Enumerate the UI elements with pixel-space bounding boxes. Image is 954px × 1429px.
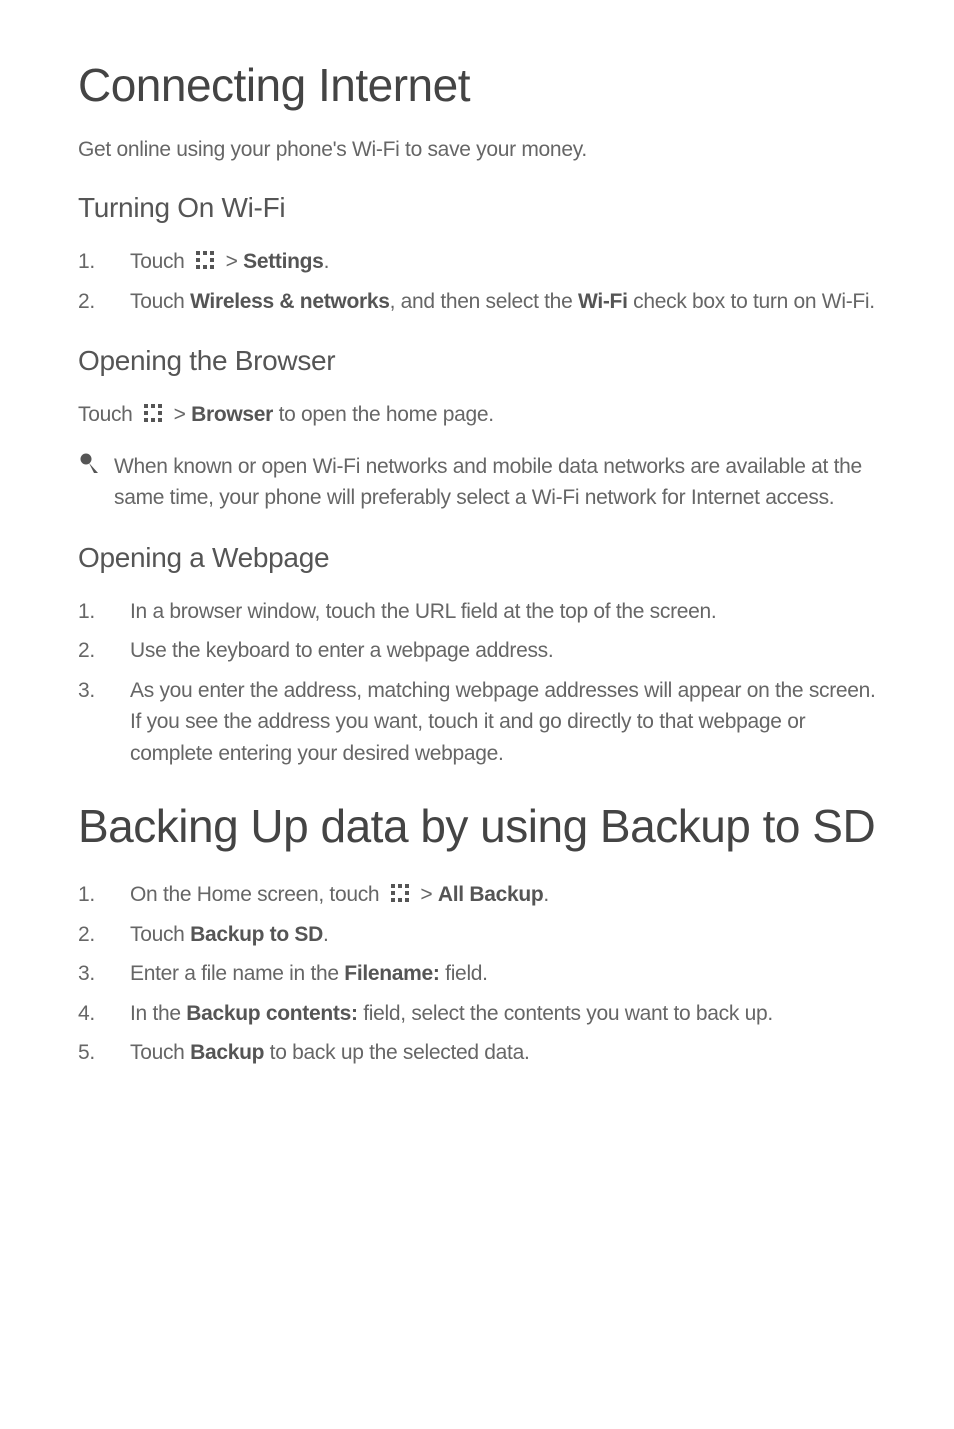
step-text: Use the keyboard to enter a webpage addr…: [130, 635, 876, 667]
step-number: 3.: [78, 958, 130, 990]
text-span: On the Home screen, touch: [130, 883, 385, 906]
tip-icon: [78, 451, 114, 480]
subheading-webpage: Opening a Webpage: [78, 542, 876, 574]
text-span: .: [324, 250, 330, 273]
list-item: 3. As you enter the address, matching we…: [78, 675, 876, 770]
list-item: 2. Use the keyboard to enter a webpage a…: [78, 635, 876, 667]
text-span: field.: [440, 962, 488, 985]
text-span: .: [543, 883, 549, 906]
step-text: Touch Wireless & networks, and then sele…: [130, 286, 876, 318]
list-item: 1. In a browser window, touch the URL fi…: [78, 596, 876, 628]
step-number: 3.: [78, 675, 130, 707]
text-span: >: [226, 250, 244, 273]
apps-grid-icon: [391, 884, 409, 902]
apps-grid-icon: [196, 251, 214, 269]
step-text: Touch Backup to SD.: [130, 919, 876, 951]
note-block: When known or open Wi-Fi networks and mo…: [78, 451, 876, 514]
step-number: 2.: [78, 919, 130, 951]
backup-to-sd-label: Backup to SD: [190, 923, 323, 946]
step-text: In a browser window, touch the URL field…: [130, 596, 876, 628]
browser-label: Browser: [191, 403, 273, 426]
note-text: When known or open Wi-Fi networks and mo…: [114, 451, 876, 514]
text-span: Touch: [130, 250, 190, 273]
text-span: to back up the selected data.: [264, 1041, 529, 1064]
step-text: Touch > Settings.: [130, 246, 876, 278]
step-text: As you enter the address, matching webpa…: [130, 675, 876, 770]
text-span: Touch: [130, 1041, 190, 1064]
text-span: Touch: [78, 403, 138, 426]
wifi-steps: 1. Touch > Settings. 2. Touch Wireless &…: [78, 246, 876, 317]
step-number: 1.: [78, 879, 130, 911]
text-span: In the: [130, 1002, 186, 1025]
step-number: 1.: [78, 246, 130, 278]
intro-text: Get online using your phone's Wi-Fi to s…: [78, 138, 876, 162]
step-number: 2.: [78, 635, 130, 667]
step-text: In the Backup contents: field, select th…: [130, 998, 876, 1030]
section-title-backup: Backing Up data by using Backup to SD: [78, 799, 876, 853]
list-item: 4. In the Backup contents: field, select…: [78, 998, 876, 1030]
list-item: 2. Touch Wireless & networks, and then s…: [78, 286, 876, 318]
backup-steps: 1. On the Home screen, touch > All Backu…: [78, 879, 876, 1069]
subheading-browser: Opening the Browser: [78, 345, 876, 377]
text-span: to open the home page.: [273, 403, 494, 426]
webpage-steps: 1. In a browser window, touch the URL fi…: [78, 596, 876, 770]
text-span: check box to turn on Wi-Fi.: [628, 290, 875, 313]
step-number: 1.: [78, 596, 130, 628]
list-item: 3. Enter a file name in the Filename: fi…: [78, 958, 876, 990]
step-number: 2.: [78, 286, 130, 318]
text-span: Touch: [130, 923, 190, 946]
apps-grid-icon: [144, 404, 162, 422]
text-span: Touch: [130, 290, 190, 313]
step-text: On the Home screen, touch > All Backup.: [130, 879, 876, 911]
wifi-label: Wi-Fi: [578, 290, 628, 313]
list-item: 1. On the Home screen, touch > All Backu…: [78, 879, 876, 911]
text-span: >: [420, 883, 438, 906]
subheading-wifi: Turning On Wi-Fi: [78, 192, 876, 224]
wireless-networks-label: Wireless & networks: [190, 290, 390, 313]
filename-label: Filename:: [344, 962, 439, 985]
text-span: .: [323, 923, 329, 946]
list-item: 2. Touch Backup to SD.: [78, 919, 876, 951]
step-text: Touch Backup to back up the selected dat…: [130, 1037, 876, 1069]
browser-open-text: Touch > Browser to open the home page.: [78, 399, 876, 431]
settings-label: Settings: [243, 250, 323, 273]
section-title-connecting: Connecting Internet: [78, 58, 876, 112]
step-text: Enter a file name in the Filename: field…: [130, 958, 876, 990]
step-number: 4.: [78, 998, 130, 1030]
list-item: 5. Touch Backup to back up the selected …: [78, 1037, 876, 1069]
text-span: >: [174, 403, 192, 426]
text-span: , and then select the: [390, 290, 578, 313]
backup-contents-label: Backup contents:: [186, 1002, 357, 1025]
all-backup-label: All Backup: [438, 883, 544, 906]
list-item: 1. Touch > Settings.: [78, 246, 876, 278]
text-span: Enter a file name in the: [130, 962, 344, 985]
backup-label: Backup: [190, 1041, 264, 1064]
step-number: 5.: [78, 1037, 130, 1069]
text-span: field, select the contents you want to b…: [358, 1002, 773, 1025]
